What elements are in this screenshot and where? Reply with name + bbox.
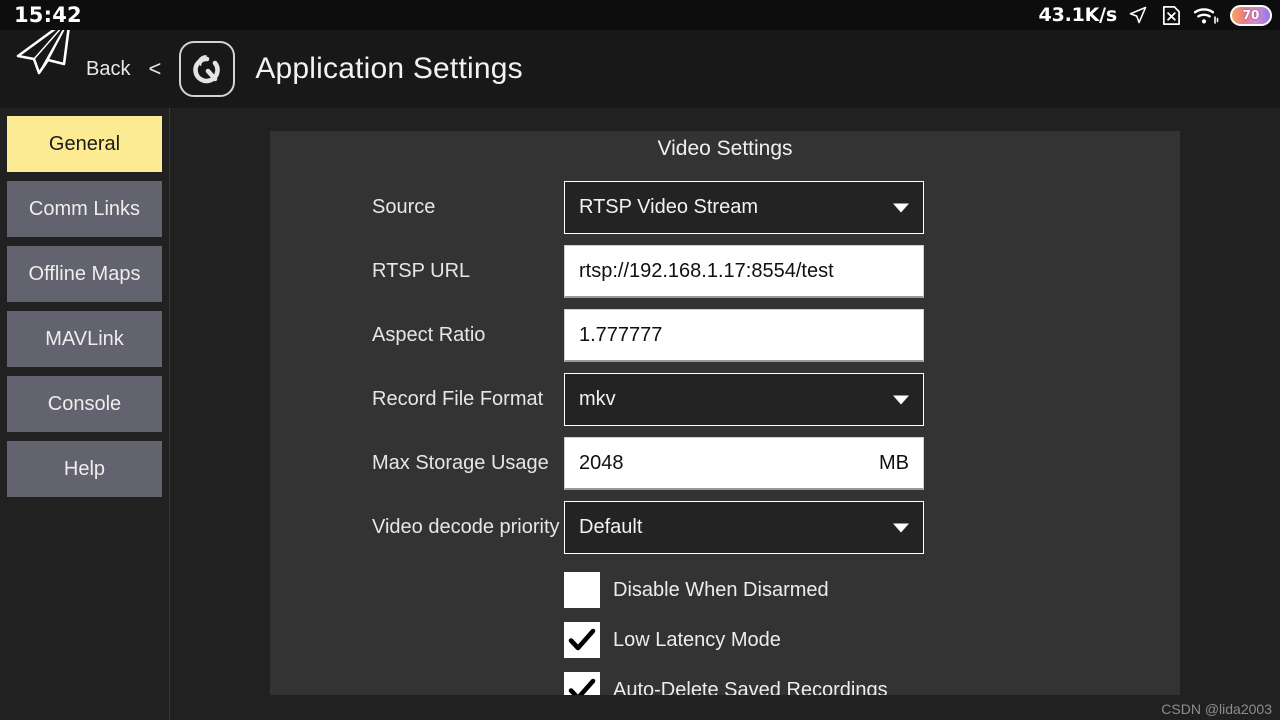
sidebar-item-comm-links[interactable]: Comm Links <box>7 181 162 237</box>
settings-checkboxes: Disable When Disarmed Low Latency Mode Aut… <box>270 565 1180 695</box>
app-header: Back < Application Settings <box>0 16 1280 108</box>
sidebar-item-label: MAVLink <box>45 327 124 350</box>
sidebar-item-label: General <box>48 132 121 155</box>
rtsp-url-input[interactable]: rtsp://192.168.1.17:8554/test <box>564 245 924 298</box>
back-chevron-icon[interactable]: < <box>148 56 161 82</box>
no-sim-icon <box>1159 5 1182 26</box>
sidebar-item-label: Console <box>47 392 122 415</box>
input-value: 1.777777 <box>579 323 663 346</box>
row-label: Video decode priority <box>372 516 560 538</box>
row-label: Source <box>372 196 436 218</box>
sidebar-item-general[interactable]: General <box>7 116 162 172</box>
record-file-format-dropdown[interactable]: mkv <box>564 373 924 426</box>
input-value: 2048 <box>579 451 624 474</box>
chevron-down-icon <box>893 203 909 212</box>
settings-rows: Source RTSP Video Stream RTSP URL rtsp://19… <box>270 181 1180 554</box>
panel-title: Video Settings <box>657 137 793 160</box>
row-label: Max Storage Usage <box>372 452 549 474</box>
sidebar-item-label: Help <box>63 457 106 480</box>
source-dropdown[interactable]: RTSP Video Stream <box>564 181 924 234</box>
settings-row: Aspect Ratio 1.777777 <box>270 309 1180 362</box>
sidebar-item-label: Comm Links <box>28 197 141 220</box>
sidebar-item-offline-maps[interactable]: Offline Maps <box>7 246 162 302</box>
settings-row: Max Storage Usage 2048 MB <box>270 437 1180 490</box>
dropdown-value: RTSP Video Stream <box>579 196 758 218</box>
checkbox-row: Low Latency Mode <box>270 615 1180 665</box>
sidebar-item-console[interactable]: Console <box>7 376 162 432</box>
video-settings-panel: Video Settings Source RTSP Video Stream RT… <box>270 131 1180 695</box>
checkbox-label: Auto-Delete Saved Recordings <box>613 678 888 696</box>
row-label: RTSP URL <box>372 260 471 282</box>
sidebar-item-label: Offline Maps <box>28 262 141 285</box>
battery-level-label: 70 <box>1242 8 1260 22</box>
back-button-label[interactable]: Back <box>86 58 130 81</box>
android-status-bar: 15:42 43.1K/s 70 <box>0 0 1280 30</box>
checkbox-row: Auto-Delete Saved Recordings <box>270 665 1180 695</box>
chevron-down-icon <box>893 523 909 532</box>
settings-row: Record File Format mkv <box>270 373 1180 426</box>
row-label: Record File Format <box>372 388 544 410</box>
wifi-icon <box>1193 5 1219 26</box>
qgroundcontrol-icon[interactable] <box>179 41 236 97</box>
checkbox-low-latency-mode[interactable] <box>564 622 600 658</box>
settings-row: Video decode priority Default <box>270 501 1180 554</box>
settings-row: RTSP URL rtsp://192.168.1.17:8554/test <box>270 245 1180 298</box>
checkbox-row: Disable When Disarmed <box>270 565 1180 615</box>
dropdown-value: Default <box>579 516 643 538</box>
watermark-label: CSDN @lida2003 <box>1161 701 1272 717</box>
checkbox-disable-when-disarmed[interactable] <box>564 572 600 608</box>
settings-row: Source RTSP Video Stream <box>270 181 1180 234</box>
chevron-down-icon <box>893 395 909 404</box>
checkbox-label: Disable When Disarmed <box>613 578 829 601</box>
network-speed-label: 43.1K/s <box>1038 4 1118 26</box>
video-decode-priority-dropdown[interactable]: Default <box>564 501 924 554</box>
aspect-ratio-input[interactable]: 1.777777 <box>564 309 924 362</box>
status-clock: 15:42 <box>14 3 82 27</box>
checkbox-label: Low Latency Mode <box>613 628 781 651</box>
input-value: rtsp://192.168.1.17:8554/test <box>579 259 834 282</box>
page-title: Application Settings <box>255 52 523 85</box>
app-window: 15:42 43.1K/s 70 Back < Application Sett… <box>0 0 1280 720</box>
settings-sidebar: General Comm Links Offline Maps MAVLink Cons… <box>0 108 170 720</box>
sidebar-list: General Comm Links Offline Maps MAVLink Cons… <box>0 116 169 497</box>
sidebar-item-help[interactable]: Help <box>7 441 162 497</box>
dropdown-value: mkv <box>579 388 616 410</box>
max-storage-usage-input[interactable]: 2048 MB <box>564 437 924 490</box>
row-label: Aspect Ratio <box>372 324 486 346</box>
sidebar-item-mavlink[interactable]: MAVLink <box>7 311 162 367</box>
input-unit-label: MB <box>879 451 909 474</box>
battery-icon: 70 <box>1230 4 1272 26</box>
navigation-arrow-icon <box>1128 5 1148 25</box>
status-right-group: 43.1K/s 70 <box>1039 4 1272 26</box>
checkbox-auto-delete-saved-recordings[interactable] <box>564 672 600 695</box>
